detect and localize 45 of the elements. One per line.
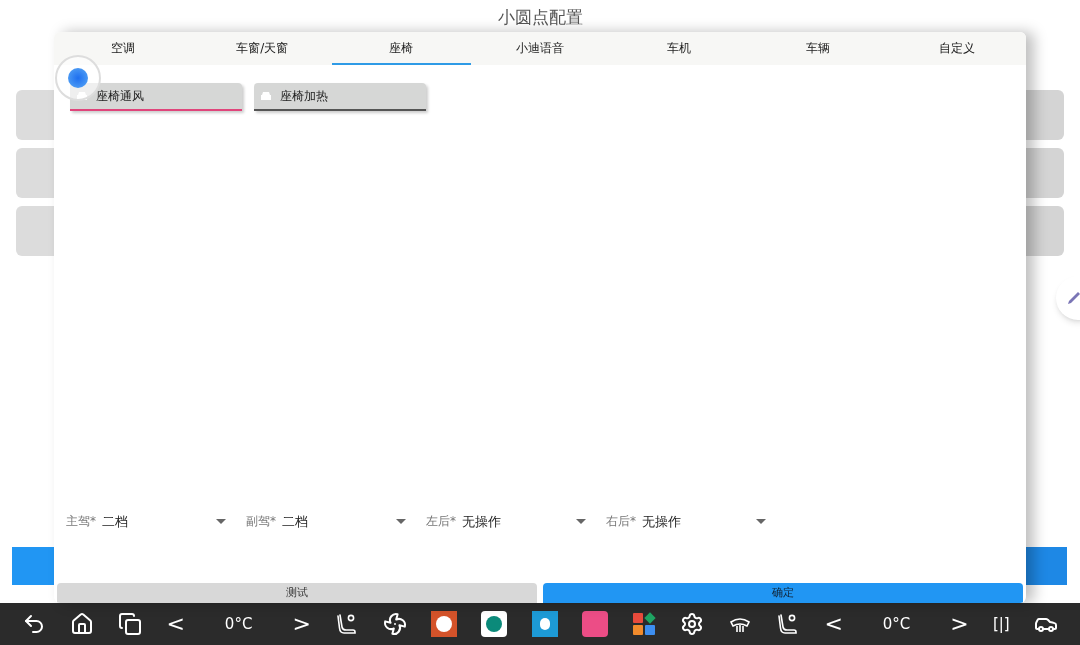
tab[interactable]: 空调 — [54, 32, 193, 65]
dropdown-arrow-icon — [216, 518, 226, 524]
dropdown-field[interactable]: 副驾* 二档 — [246, 511, 406, 531]
app-icon[interactable] — [481, 611, 508, 637]
tab[interactable]: 自定义 — [887, 32, 1026, 65]
tab[interactable]: 座椅 — [331, 32, 471, 65]
pen-icon — [1066, 290, 1080, 306]
temperature-label: 0°C — [882, 613, 911, 635]
dropdown-field[interactable]: 右后* 无操作 — [606, 511, 766, 531]
increase-button[interactable]: > — [950, 613, 969, 635]
settings-icon[interactable] — [679, 612, 704, 636]
tab[interactable]: 车窗/天窗 — [192, 32, 332, 65]
app-icon[interactable] — [431, 611, 458, 637]
windows-icon[interactable] — [118, 612, 143, 636]
field-value: 二档 — [282, 512, 309, 531]
fan-icon[interactable] — [383, 612, 408, 636]
dropdown-field[interactable]: 主驾* 二档 — [66, 511, 226, 531]
field-value: 二档 — [102, 512, 129, 531]
dropdown-field[interactable]: 左后* 无操作 — [426, 511, 586, 531]
dropdown-arrow-icon — [576, 518, 586, 524]
page-title: 小圆点配置 — [496, 6, 584, 28]
chip[interactable]: 座椅通风 — [70, 83, 242, 111]
test-button[interactable]: 测试 — [57, 583, 537, 603]
decrease-button[interactable]: < — [824, 613, 843, 635]
home-icon[interactable] — [70, 612, 95, 636]
dropdown-arrow-icon — [396, 518, 406, 524]
decrease-button[interactable]: < — [166, 613, 185, 635]
field-label: 主驾* — [66, 513, 96, 531]
app-icon[interactable] — [531, 611, 558, 637]
tab[interactable]: 车机 — [609, 32, 749, 65]
field-label: 左后* — [426, 513, 456, 531]
tab[interactable]: 小迪语音 — [470, 32, 610, 65]
apps-icon[interactable] — [631, 612, 656, 636]
field-value: 无操作 — [642, 512, 682, 531]
confirm-button[interactable]: 确定 — [543, 583, 1023, 603]
temperature-label: 0°C — [224, 613, 253, 635]
increase-button[interactable]: > — [292, 613, 311, 635]
dropdown-arrow-icon — [756, 518, 766, 524]
field-label: 右后* — [606, 513, 636, 531]
tab[interactable]: 车辆 — [748, 32, 888, 65]
chip[interactable]: 座椅加热 — [254, 83, 426, 111]
back-icon[interactable] — [22, 612, 46, 636]
split-screen-button[interactable]: [|] — [992, 612, 1010, 636]
field-value: 无操作 — [462, 512, 502, 531]
field-label: 副驾* — [246, 513, 276, 531]
